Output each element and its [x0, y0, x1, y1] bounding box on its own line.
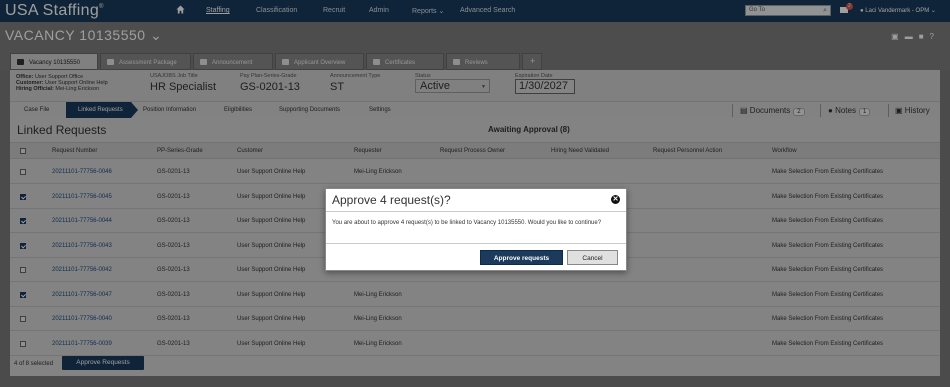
- close-icon[interactable]: ✕: [611, 195, 620, 204]
- divider: [326, 243, 626, 244]
- dialog-message: You are about to approve 4 request(s) to…: [332, 220, 602, 226]
- cancel-button[interactable]: Cancel: [567, 250, 618, 265]
- divider: [326, 211, 626, 212]
- approve-confirmation-dialog: Approve 4 request(s)? ✕ You are about to…: [325, 188, 627, 271]
- dialog-title: Approve 4 request(s)?: [332, 193, 451, 207]
- approve-requests-confirm-button[interactable]: Approve requests: [480, 250, 563, 265]
